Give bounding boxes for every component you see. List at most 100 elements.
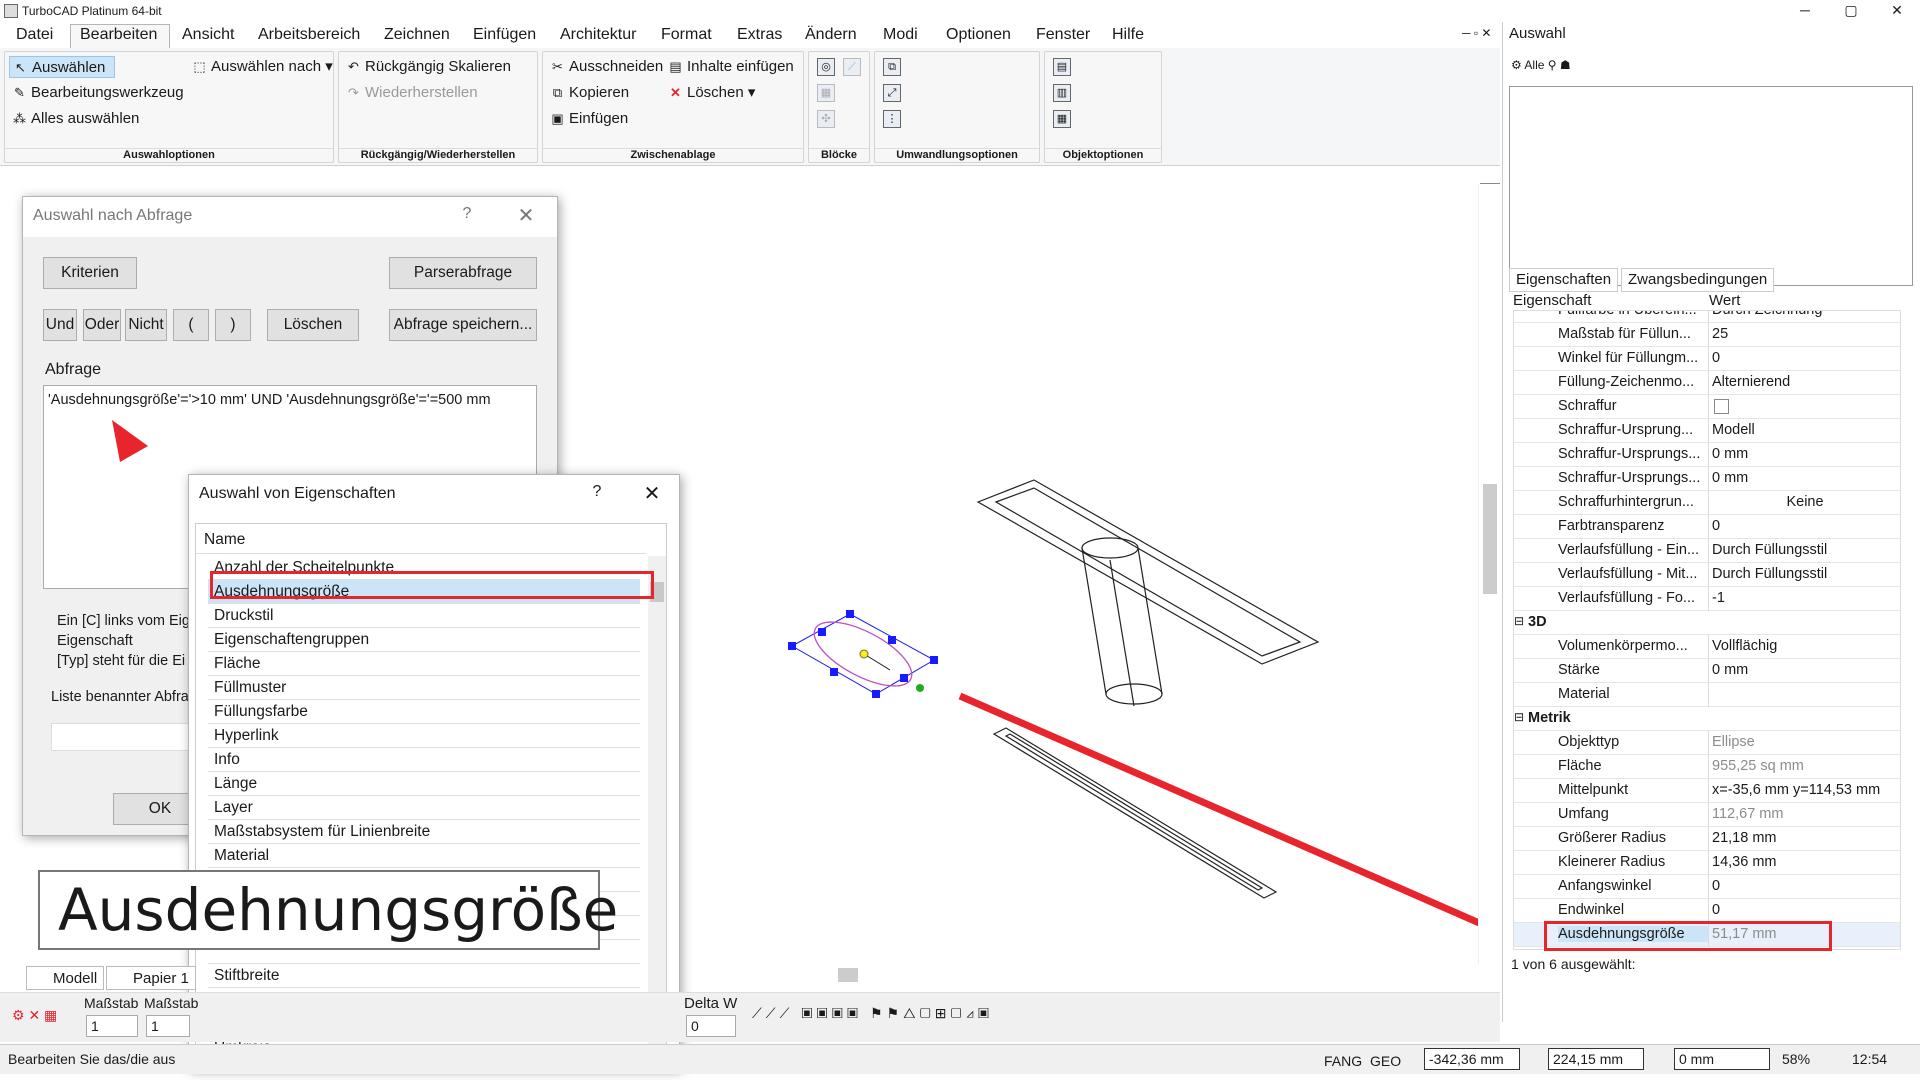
- property-category[interactable]: Metrik ⊟: [1514, 707, 1900, 731]
- property-row[interactable]: Endwinkel 0: [1514, 899, 1900, 923]
- list-item[interactable]: Füllungsfarbe: [208, 700, 640, 724]
- snap-fang[interactable]: FANG: [1324, 1053, 1362, 1069]
- property-row[interactable]: Kleinerer Radius 14,36 mm: [1514, 851, 1900, 875]
- property-row[interactable]: Anfangswinkel 0: [1514, 875, 1900, 899]
- inspector-icons[interactable]: ⚙ ✕ ▦: [12, 1007, 57, 1024]
- block-icon[interactable]: ◎: [817, 58, 835, 76]
- object-props-icon[interactable]: ▤: [1053, 58, 1071, 76]
- object-color-icon[interactable]: ▦: [1053, 110, 1071, 128]
- menu-aendern[interactable]: Ändern: [805, 26, 857, 44]
- named-list-field[interactable]: [51, 723, 211, 751]
- select-button[interactable]: ↖ Auswählen: [9, 56, 115, 78]
- property-row[interactable]: Schraffur-Ursprungs... 0 mm: [1514, 467, 1900, 491]
- list-item[interactable]: Fläche: [208, 652, 640, 676]
- clear-button[interactable]: Löschen: [267, 309, 359, 341]
- menu-format[interactable]: Format: [661, 26, 712, 44]
- property-row[interactable]: Maßstab für Füllun... 25: [1514, 323, 1900, 347]
- list-item[interactable]: Füllmuster: [208, 676, 640, 700]
- list-item[interactable]: Stiftbreite: [208, 964, 640, 988]
- maximize-button[interactable]: ▢: [1828, 0, 1874, 22]
- snap-tool-icons[interactable]: ⟋⟋⟋ ▣▣▣▣ ⚑⚑△▢⊞▢◿▣: [752, 1005, 993, 1022]
- coord-x[interactable]: -342,36 mm: [1424, 1048, 1520, 1070]
- menu-arbeitsbereich[interactable]: Arbeitsbereich: [258, 26, 360, 44]
- menu-einfuegen[interactable]: Einfügen: [473, 26, 536, 44]
- vertical-scrollbar[interactable]: [1478, 184, 1500, 964]
- menu-datei[interactable]: Datei: [16, 26, 53, 44]
- menu-zeichnen[interactable]: Zeichnen: [384, 26, 450, 44]
- name-column-header[interactable]: Name: [196, 524, 646, 554]
- block-insert-icon[interactable]: ⟋: [843, 58, 861, 76]
- property-row[interactable]: Winkel für Füllungm... 0: [1514, 347, 1900, 371]
- undo-button[interactable]: ↶ Rückgängig Skalieren: [343, 56, 511, 78]
- collapse-icon[interactable]: ⊟: [1514, 614, 1524, 628]
- edit-tool-button[interactable]: ✎ Bearbeitungswerkzeug: [9, 82, 184, 104]
- collapse-icon[interactable]: ⊟: [1514, 710, 1524, 724]
- menu-bearbeiten[interactable]: Bearbeiten: [80, 26, 157, 44]
- close-icon[interactable]: ✕: [637, 481, 667, 506]
- menu-optionen[interactable]: Optionen: [946, 26, 1011, 44]
- scale-input-1[interactable]: 1: [86, 1015, 138, 1037]
- tab-zwangsbedingungen[interactable]: Zwangsbedingungen: [1621, 268, 1775, 292]
- paste-contents-button[interactable]: ▤ Inhalte einfügen: [665, 56, 793, 78]
- block-edit-icon[interactable]: ▦: [817, 84, 835, 102]
- ribbon-minimize-icon[interactable]: ─ ▫ ✕: [1462, 26, 1491, 40]
- select-all-button[interactable]: ⁂ Alles auswählen: [9, 108, 139, 130]
- tab-eigenschaften[interactable]: Eigenschaften: [1509, 268, 1619, 292]
- list-item[interactable]: Layer: [208, 796, 640, 820]
- property-row[interactable]: Schraffurhintergrun... Keine: [1514, 491, 1900, 515]
- property-row[interactable]: Verlaufsfüllung - Ein... Durch Füllungsst…: [1514, 539, 1900, 563]
- lparen-button[interactable]: (: [173, 309, 209, 341]
- rparen-button[interactable]: ): [215, 309, 251, 341]
- hatch-checkbox[interactable]: [1714, 399, 1729, 414]
- panel-toolbar-icons[interactable]: ⚙ Alle ⚲ ☗: [1511, 58, 1571, 72]
- help-icon[interactable]: ?: [457, 205, 477, 223]
- property-row[interactable]: Schraffur-Ursprungs... 0 mm: [1514, 443, 1900, 467]
- menu-fenster[interactable]: Fenster: [1036, 26, 1090, 44]
- property-row[interactable]: Fläche 955,25 sq mm: [1514, 755, 1900, 779]
- list-item[interactable]: Material: [208, 844, 640, 868]
- and-button[interactable]: Und: [43, 309, 77, 341]
- coord-y[interactable]: 224,15 mm: [1548, 1048, 1644, 1070]
- snap-geo[interactable]: GEO: [1370, 1053, 1401, 1069]
- close-window-button[interactable]: ✕: [1874, 0, 1920, 22]
- parser-query-button[interactable]: Parserabfrage: [389, 257, 537, 289]
- property-row[interactable]: Füllfarbe in Überein... Durch Zeichnung: [1514, 311, 1900, 323]
- scale-input-2[interactable]: 1: [146, 1015, 190, 1037]
- property-row[interactable]: Schraffur-Ursprung... Modell: [1514, 419, 1900, 443]
- coord-z[interactable]: 0 mm: [1674, 1048, 1770, 1070]
- close-icon[interactable]: ✕: [511, 203, 541, 228]
- select-by-button[interactable]: ⬚ Auswählen nach ▾: [189, 56, 332, 78]
- or-button[interactable]: Oder: [83, 309, 121, 341]
- property-row[interactable]: Objekttyp Ellipse: [1514, 731, 1900, 755]
- tab-model[interactable]: Modell: [26, 966, 105, 990]
- transform-align-icon[interactable]: ⋮: [883, 110, 901, 128]
- paste-button[interactable]: ▣ Einfügen: [547, 108, 628, 130]
- property-row[interactable]: Verlaufsfüllung - Fo... -1: [1514, 587, 1900, 611]
- menu-extras[interactable]: Extras: [737, 26, 782, 44]
- property-category[interactable]: 3D ⊟: [1514, 611, 1900, 635]
- property-row[interactable]: Schraffur: [1514, 395, 1900, 419]
- list-item[interactable]: Hyperlink: [208, 724, 640, 748]
- property-row[interactable]: Verlaufsfüllung - Mit... Durch Füllungsst…: [1514, 563, 1900, 587]
- property-row[interactable]: Volumenkörpermo... Vollflächig: [1514, 635, 1900, 659]
- copy-button[interactable]: ⧉ Kopieren: [547, 82, 629, 104]
- list-scrollbar[interactable]: [648, 556, 666, 1062]
- transform-copy-icon[interactable]: ⧉: [883, 58, 901, 76]
- criteria-button[interactable]: Kriterien: [43, 257, 137, 289]
- cut-button[interactable]: ✂ Ausschneiden: [547, 56, 663, 78]
- list-item[interactable]: Druckstil: [208, 604, 640, 628]
- not-button[interactable]: Nicht: [125, 309, 167, 341]
- block-explode-icon[interactable]: ✣: [817, 110, 835, 128]
- property-row[interactable]: Farbtransparenz 0: [1514, 515, 1900, 539]
- property-row[interactable]: Umfang 112,67 mm: [1514, 803, 1900, 827]
- delete-button[interactable]: ✕ Löschen ▾: [665, 82, 755, 104]
- minimize-button[interactable]: ─: [1782, 0, 1828, 22]
- list-item[interactable]: Länge: [208, 772, 640, 796]
- delta-w-input[interactable]: 0: [686, 1015, 736, 1037]
- help-icon[interactable]: ?: [587, 483, 607, 501]
- redo-button[interactable]: ↷ Wiederherstellen: [343, 82, 478, 104]
- list-item[interactable]: Maßstabsystem für Linienbreite: [208, 820, 640, 844]
- tab-paper[interactable]: Papier 1: [106, 966, 196, 990]
- list-item[interactable]: Info: [208, 748, 640, 772]
- menu-architektur[interactable]: Architektur: [560, 26, 636, 44]
